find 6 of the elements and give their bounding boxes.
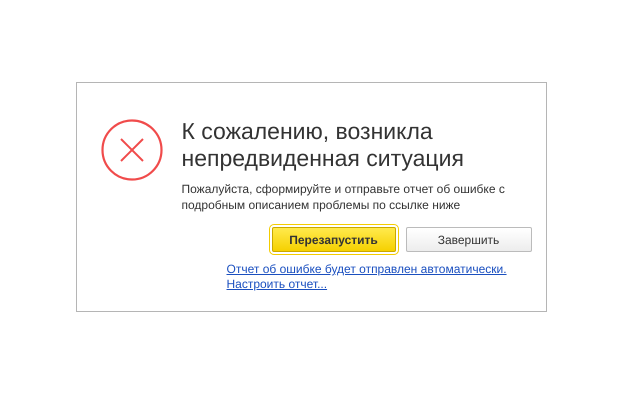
finish-button[interactable]: Завершить <box>406 227 532 252</box>
error-title: К сожалению, возникла непредвиденная ситуация <box>182 118 465 172</box>
error-message: Пожалуйста, сформируйте и отправьте отчет об ошибке с подробным описанием проблемы по ссылке ниже <box>182 181 506 213</box>
error-icon <box>100 119 162 181</box>
report-link[interactable]: Отчет об ошибке будет отправлен автоматически. <box>226 262 507 277</box>
report-link[interactable]: Настроить отчет... <box>226 277 328 292</box>
